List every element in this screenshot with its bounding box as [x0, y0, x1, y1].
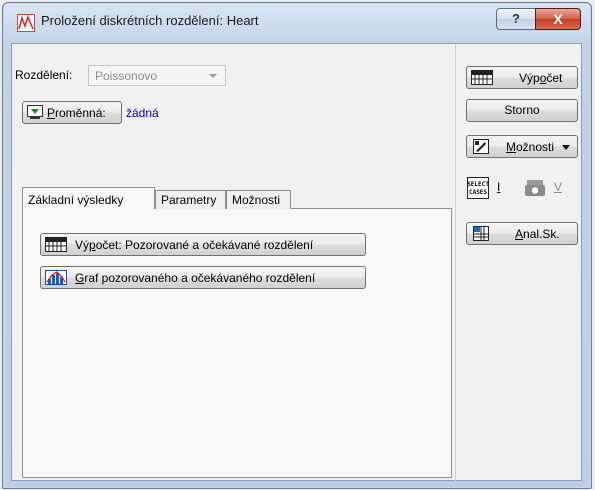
compute-button-rest: čet [546, 71, 563, 85]
graph-label-mnemonic: G [75, 271, 85, 285]
weight-key: V [554, 180, 563, 194]
summary-table-icon [471, 70, 493, 85]
options-label: ožnosti [516, 140, 555, 154]
variable-icon [27, 105, 43, 119]
compute-label-mnemonic: p [89, 238, 96, 252]
panel-separator [455, 44, 456, 481]
compute-label-rest: očet: Pozorované a očekávané rozdělení [95, 238, 314, 252]
tab-options[interactable]: Možnosti [226, 190, 291, 209]
tab-basic-results[interactable]: Základní výsledky [22, 187, 155, 210]
dialog-window: Proložení diskrétních rozdělení: Heart ?… [2, 2, 592, 489]
distribution-icon [17, 14, 35, 32]
variable-button-mnemonic: P [47, 106, 56, 120]
summary-table-icon [45, 237, 67, 252]
select-cases-icon: SELECT CASES [467, 177, 489, 199]
distribution-select[interactable]: Poissonovo [88, 65, 226, 86]
close-button[interactable]: X [535, 8, 581, 30]
select-cases-button[interactable]: SELECT CASES I [467, 177, 511, 199]
title-bar[interactable]: Proložení diskrétních rozdělení: Heart ?… [3, 3, 591, 43]
svg-text:CASES: CASES [469, 189, 487, 196]
compute-button-prefix: Výp [519, 71, 540, 85]
variable-button-label: roměnná: [55, 106, 106, 120]
case-weights-button[interactable]: V [524, 177, 568, 199]
compute-observed-expected-button[interactable]: Výpočet: Pozorované a očekávané rozdělen… [40, 233, 366, 256]
compute-label-prefix: Vý [75, 238, 90, 252]
weight-icon [525, 180, 545, 196]
tab-panel-basic-results: Výpočet: Pozorované a očekávané rozdělen… [22, 209, 452, 478]
graph-label-rest: raf pozorovaného a očekávaného rozdělení [84, 271, 316, 285]
graph-observed-expected-button[interactable]: Graf pozorovaného a očekávaného rozdělen… [40, 266, 366, 289]
variable-value-link[interactable]: žádná [126, 106, 159, 120]
help-button[interactable]: ? [496, 8, 536, 30]
options-mnemonic: M [506, 140, 516, 154]
spreadsheet-icon [473, 226, 489, 241]
chevron-down-icon [562, 145, 570, 150]
chevron-down-icon [209, 74, 217, 78]
analysis-label: nal.Sk. [523, 227, 560, 241]
distribution-label: Rozdělení: [15, 68, 73, 82]
analysis-mnemonic: A [515, 227, 524, 241]
analysis-sheet-button[interactable]: Anal.Sk. [466, 222, 578, 245]
svg-text:SELECT: SELECT [467, 181, 489, 188]
variable-button[interactable]: Proměnná: [22, 101, 122, 124]
window-title: Proložení diskrétních rozdělení: Heart [41, 13, 259, 28]
dialog-client-area: Rozdělení: Poissonovo Proměnná: žádná Zá… [11, 43, 582, 481]
histogram-chart-icon [45, 270, 67, 285]
distribution-selected-value: Poissonovo [95, 69, 158, 83]
tab-parameters[interactable]: Parametry [155, 190, 226, 209]
cancel-button[interactable]: Storno [466, 99, 578, 122]
compute-button[interactable]: Výpočet [466, 66, 578, 89]
options-settings-icon [473, 139, 489, 154]
select-cases-key: I [497, 180, 501, 194]
options-dropdown-button[interactable]: Možnosti [466, 135, 578, 158]
